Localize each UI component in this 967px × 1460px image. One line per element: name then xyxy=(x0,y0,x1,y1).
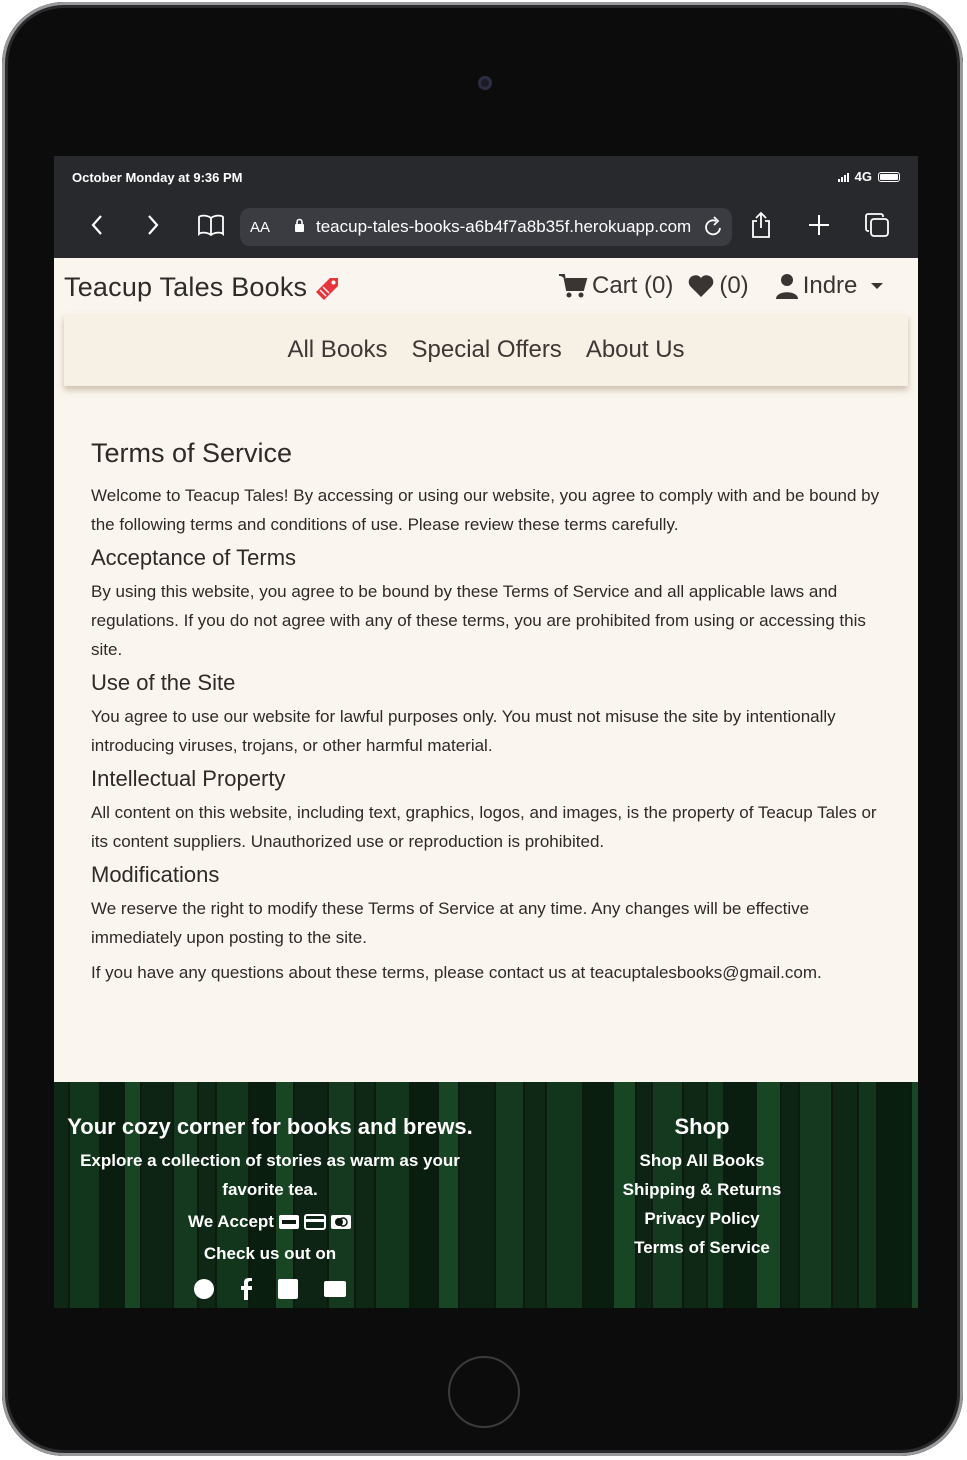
accept-label: We Accept xyxy=(188,1212,274,1231)
section-heading: Modifications xyxy=(91,862,220,887)
footer-tagline: Your cozy corner for books and brews. xyxy=(67,1114,473,1139)
lock-icon xyxy=(294,217,312,237)
browser-toolbar: AA teacup-tales-books-a6b4f7a8b35f.herok… xyxy=(54,196,918,258)
status-time: October Monday at 9:36 PM xyxy=(72,170,243,185)
footer-link-terms[interactable]: Terms of Service xyxy=(486,1233,918,1262)
home-button[interactable] xyxy=(448,1356,520,1428)
social-links xyxy=(54,1278,486,1300)
footer-shop: Shop Shop All Books Shipping & Returns P… xyxy=(486,1114,918,1262)
chevron-down-icon xyxy=(871,283,884,289)
camera-icon xyxy=(478,76,492,90)
share-icon[interactable] xyxy=(744,208,778,242)
payment-methods: We Accept xyxy=(54,1212,486,1232)
url-text: teacup-tales-books-a6b4f7a8b35f.herokuap… xyxy=(316,217,692,236)
battery-icon xyxy=(878,171,900,182)
cart-label: Cart (0) xyxy=(592,272,674,299)
user-icon xyxy=(775,274,798,299)
user-menu[interactable]: Indre xyxy=(775,272,890,300)
section-body: We reserve the right to modify these Ter… xyxy=(91,899,810,947)
status-indicators: 4G xyxy=(837,169,900,184)
status-bar: October Monday at 9:36 PM 4G xyxy=(54,156,918,196)
signal-icon xyxy=(837,172,849,182)
section-heading: Acceptance of Terms xyxy=(91,545,297,570)
section-heading: Intellectual Property xyxy=(91,766,286,791)
site-footer: Your cozy corner for books and brews. Ex… xyxy=(54,1082,918,1308)
intro-text: Welcome to Teacup Tales! By accessing or… xyxy=(91,486,880,534)
nav-all-books[interactable]: All Books xyxy=(287,336,387,364)
wishlist-link[interactable]: (0) xyxy=(687,272,749,300)
terms-content: Terms of Service Welcome to Teacup Tales… xyxy=(91,438,891,993)
tabs-icon[interactable] xyxy=(860,208,894,242)
footer-link-shop-all[interactable]: Shop All Books xyxy=(486,1146,918,1175)
section-body: You agree to use our website for lawful … xyxy=(91,707,836,755)
shop-heading: Shop xyxy=(674,1114,730,1139)
social-label: Check us out on xyxy=(203,1244,337,1263)
section-heading: Use of the Site xyxy=(91,670,236,695)
wishlist-label: (0) xyxy=(719,272,749,299)
linkedin-icon[interactable] xyxy=(277,1278,299,1300)
network-label: 4G xyxy=(854,169,872,184)
contact-text: If you have any questions about these te… xyxy=(91,963,822,982)
cart-icon xyxy=(559,274,588,298)
pinterest-icon[interactable] xyxy=(193,1278,215,1300)
mastercard-icon xyxy=(330,1215,351,1229)
visa-icon xyxy=(278,1215,299,1229)
bookmarks-icon[interactable] xyxy=(194,208,228,242)
new-tab-icon[interactable] xyxy=(802,208,836,242)
nav-about-us[interactable]: About Us xyxy=(586,336,685,364)
facebook-icon[interactable] xyxy=(239,1278,253,1300)
footer-link-shipping[interactable]: Shipping & Returns xyxy=(486,1175,918,1204)
nav-special-offers[interactable]: Special Offers xyxy=(412,336,562,364)
text-size-button[interactable]: AA xyxy=(250,219,282,236)
cart-link[interactable]: Cart (0) xyxy=(558,272,673,300)
footer-about: Your cozy corner for books and brews. Ex… xyxy=(54,1114,486,1300)
forward-icon[interactable] xyxy=(136,208,170,242)
reload-icon[interactable] xyxy=(704,216,724,243)
footer-link-privacy[interactable]: Privacy Policy xyxy=(486,1204,918,1233)
user-name: Indre xyxy=(802,272,858,299)
section-body: All content on this website, including t… xyxy=(91,803,877,851)
address-bar[interactable]: AA teacup-tales-books-a6b4f7a8b35f.herok… xyxy=(240,208,732,246)
bookmark-tag-icon xyxy=(312,274,342,307)
header-actions: Cart (0) (0) Indre xyxy=(558,272,903,300)
footer-subtitle: Explore a collection of stories as warm … xyxy=(80,1151,460,1199)
credit-card-icon xyxy=(303,1214,326,1230)
back-icon[interactable] xyxy=(80,208,114,242)
site-header: Teacup Tales Books Cart (0) (0) Indre xyxy=(54,258,918,316)
screen: October Monday at 9:36 PM 4G AA teacup-t… xyxy=(54,156,918,1308)
section-body: By using this website, you agree to be b… xyxy=(91,582,866,659)
email-icon[interactable] xyxy=(323,1278,347,1300)
brand-logo-text[interactable]: Teacup Tales Books xyxy=(64,272,307,303)
heart-icon xyxy=(689,275,714,297)
main-nav: All Books Special Offers About Us xyxy=(64,314,908,386)
page-title: Terms of Service xyxy=(91,438,293,468)
tablet-frame: October Monday at 9:36 PM 4G AA teacup-t… xyxy=(2,2,963,1456)
shop-links: Shop All Books Shipping & Returns Privac… xyxy=(486,1146,918,1262)
